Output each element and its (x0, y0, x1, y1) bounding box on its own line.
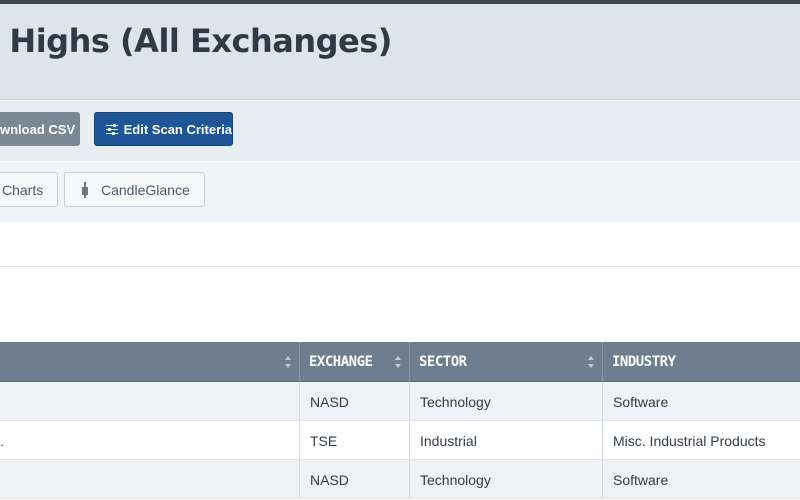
charts-view-button[interactable]: Charts (0, 172, 58, 207)
sort-icon[interactable] (588, 356, 594, 368)
edit-scan-criteria-button[interactable]: Edit Scan Criteria (94, 112, 233, 146)
cell-industry: Software (602, 460, 800, 499)
cell-name[interactable]: . (0, 421, 299, 460)
table-row[interactable]: . TSE Industrial Misc. Industrial Produc… (0, 421, 800, 460)
column-header-sector-label: SECTOR (419, 354, 467, 370)
column-header-industry-label: INDUSTRY (612, 354, 676, 370)
view-options-bar: Charts CandleGlance (0, 162, 800, 222)
cell-exchange: TSE (299, 421, 409, 460)
column-header-industry[interactable]: INDUSTRY (602, 342, 800, 382)
cell-exchange: NASD (299, 382, 409, 421)
sliders-icon (106, 123, 118, 135)
cell-sector: Technology (409, 460, 602, 499)
candlestick-icon (81, 181, 89, 198)
column-header-exchange[interactable]: EXCHANGE (299, 342, 409, 382)
cell-name[interactable] (0, 382, 299, 421)
candleglance-view-label: CandleGlance (101, 181, 190, 198)
sort-icon[interactable] (395, 356, 401, 368)
column-header-sector[interactable]: SECTOR (409, 342, 602, 382)
column-header-exchange-label: EXCHANGE (309, 354, 373, 370)
section-divider (0, 266, 800, 267)
cell-exchange: NASD (299, 460, 409, 499)
edit-scan-criteria-label: Edit Scan Criteria (123, 121, 232, 137)
cell-sector: Industrial (409, 421, 602, 460)
page-title: k Highs (All Exchanges) (0, 22, 392, 60)
table-row[interactable]: NASD Technology Software (0, 382, 800, 421)
sort-icon[interactable] (285, 356, 291, 368)
column-header-name[interactable] (0, 342, 299, 382)
download-csv-label: wnload CSV (0, 121, 76, 137)
cell-industry: Misc. Industrial Products (602, 421, 800, 460)
table-header: EXCHANGE SECTOR INDUSTRY (0, 342, 800, 382)
action-bar: wnload CSV Edit Scan Criteria (0, 101, 800, 161)
candleglance-view-button[interactable]: CandleGlance (64, 172, 205, 207)
cell-name[interactable] (0, 460, 299, 499)
table-row[interactable]: NASD Technology Software (0, 460, 800, 499)
scan-results-table: EXCHANGE SECTOR INDUSTRY NASD Technology… (0, 342, 800, 499)
page-header: k Highs (All Exchanges) (0, 4, 800, 100)
cell-sector: Technology (409, 382, 602, 421)
cell-industry: Software (602, 382, 800, 421)
charts-view-label: Charts (2, 181, 44, 198)
download-csv-button[interactable]: wnload CSV (0, 112, 80, 146)
